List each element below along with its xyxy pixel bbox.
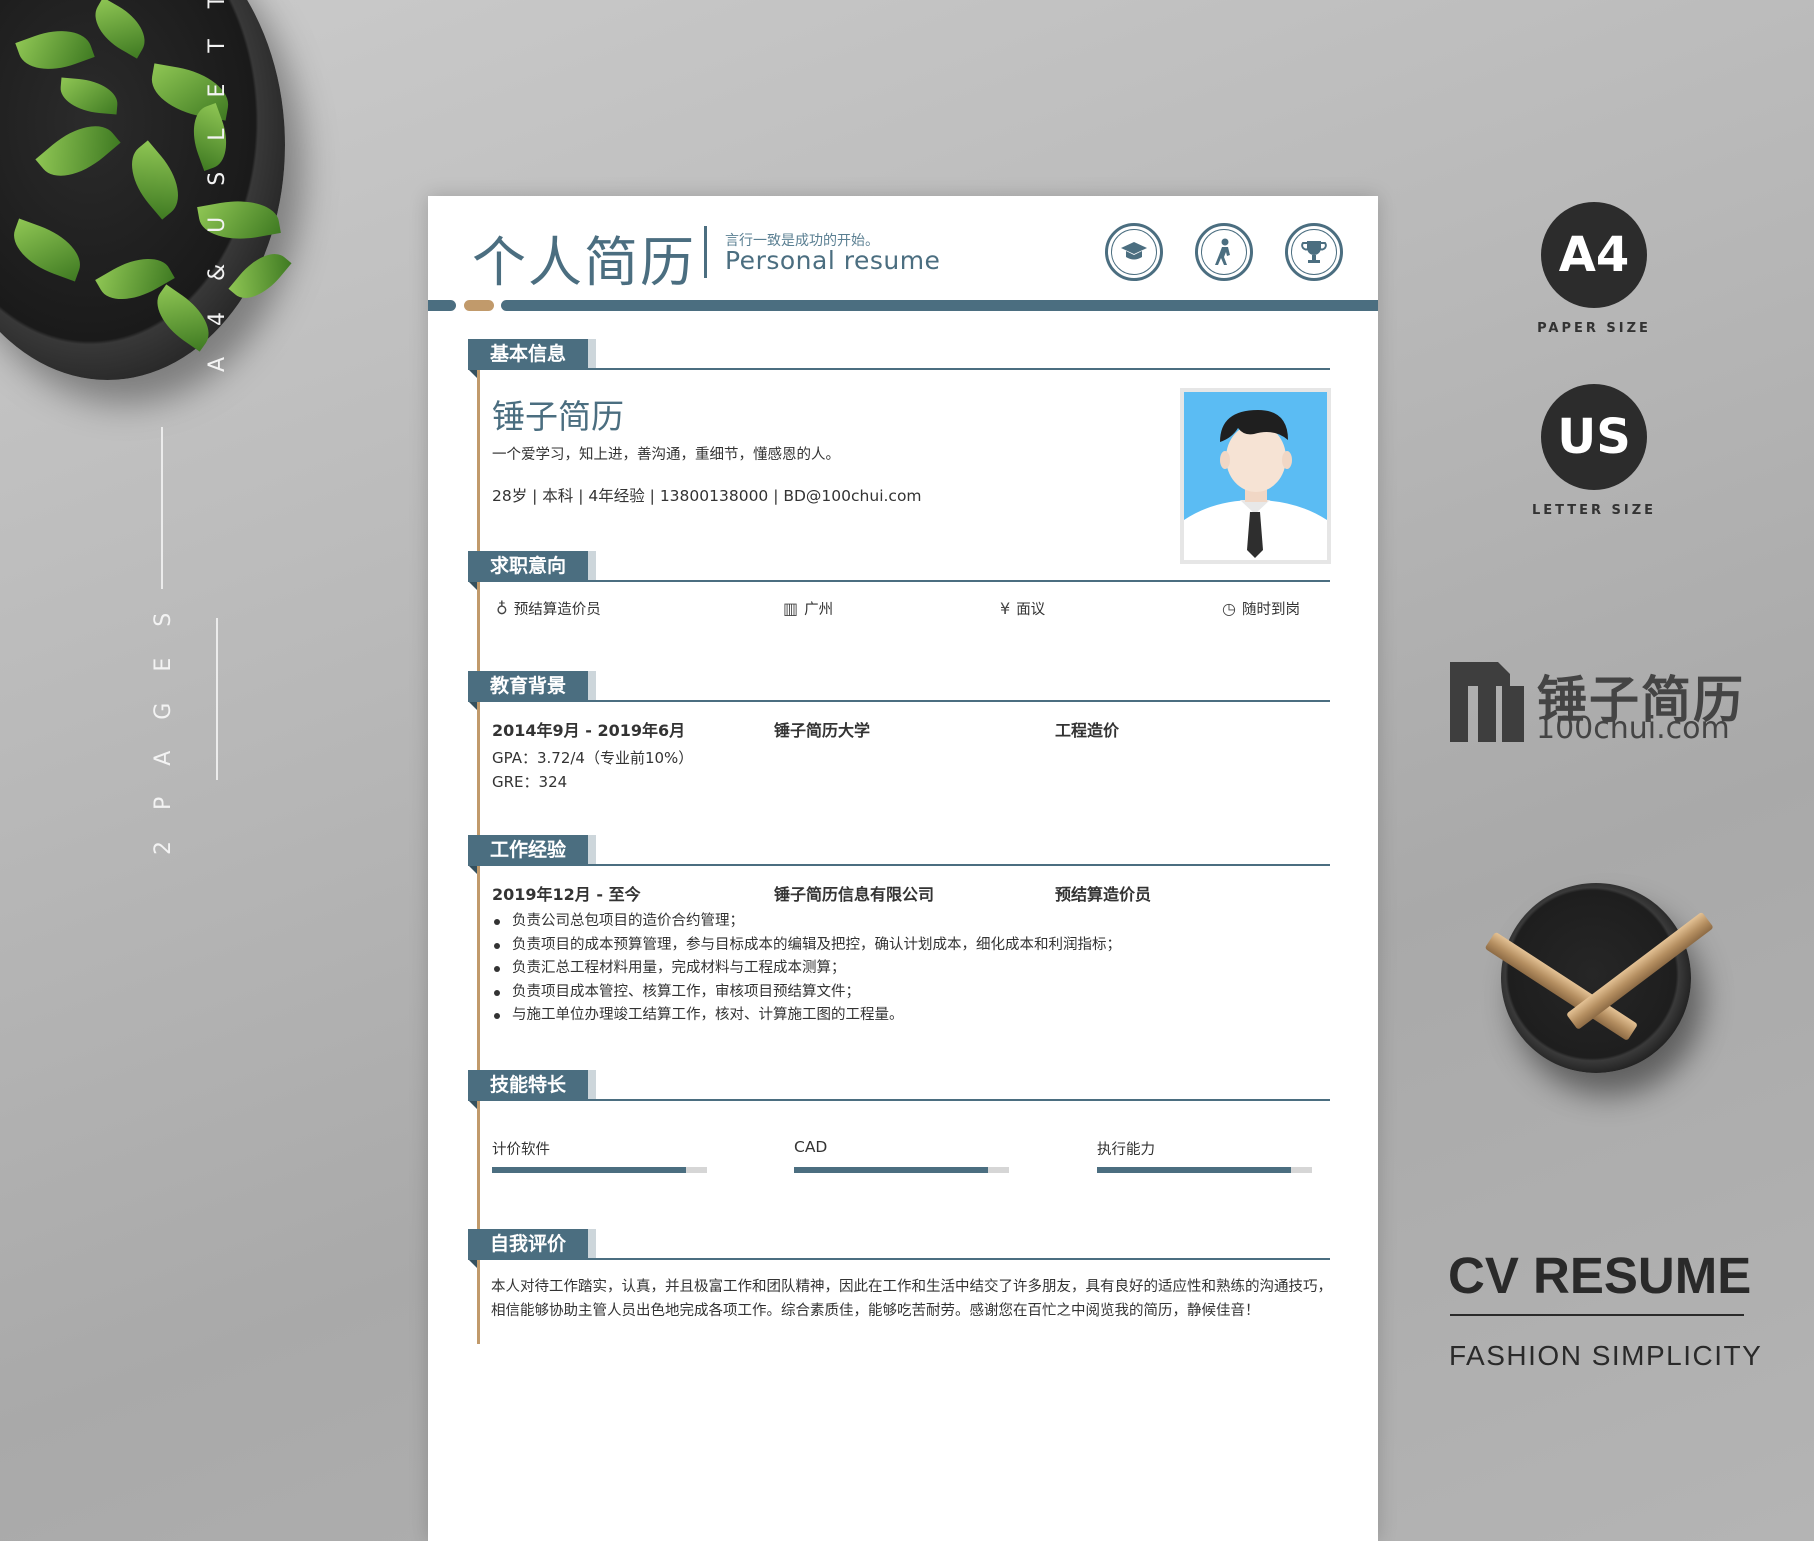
candidate-details: 28岁 | 本科 | 4年经验 | 13800138000 | BD@100ch… bbox=[492, 487, 922, 505]
header-bar bbox=[428, 300, 456, 311]
header-bar bbox=[501, 300, 1378, 311]
work-duties: 负责公司总包项目的造价合约管理； 负责项目的成本预算管理，参与目标成本的编辑及把… bbox=[490, 910, 1121, 1028]
list-item: 负责项目的成本预算管理，参与目标成本的编辑及把控，确认计划成本，细化成本和利润指… bbox=[490, 934, 1121, 958]
section-basic-info: 基本信息 bbox=[468, 339, 1330, 379]
education-gre: GRE：324 bbox=[492, 773, 568, 791]
skill-bar-fill bbox=[1097, 1167, 1291, 1173]
intent-salary: 面议 bbox=[1016, 602, 1046, 618]
list-item: 负责公司总包项目的造价合约管理； bbox=[490, 910, 1121, 934]
title-divider bbox=[704, 226, 707, 278]
education-gpa: GPA：3.72/4（专业前10%） bbox=[492, 749, 694, 767]
page-title-en: Personal resume bbox=[725, 246, 941, 275]
graduation-cap-icon bbox=[1105, 223, 1163, 281]
intent-item: ¥ 面议 bbox=[1000, 598, 1045, 619]
tie-icon: ♁ bbox=[496, 599, 508, 618]
section-title: 自我评价 bbox=[468, 1229, 588, 1268]
skill-bar-fill bbox=[492, 1167, 686, 1173]
intent-city: 广州 bbox=[804, 602, 834, 618]
page-title: 个人简历 bbox=[472, 231, 696, 294]
intent-availability: 随时到岗 bbox=[1241, 602, 1300, 618]
cv-resume-title: CV RESUME bbox=[1448, 1247, 1752, 1304]
section-title: 技能特长 bbox=[468, 1070, 588, 1109]
section-self-evaluation: 自我评价 bbox=[468, 1229, 1330, 1269]
trophy-icon bbox=[1285, 223, 1343, 281]
avatar bbox=[1180, 388, 1331, 564]
skill-name: 计价软件 bbox=[492, 1142, 550, 1158]
badge-us: US bbox=[1541, 384, 1647, 490]
brand-url: 100chui.com bbox=[1536, 711, 1730, 746]
walking-person-icon bbox=[1195, 223, 1253, 281]
section-title: 求职意向 bbox=[468, 551, 588, 590]
section-title: 教育背景 bbox=[468, 671, 588, 710]
side-text-paper: A 4 & U S L E T T E R bbox=[205, 0, 230, 372]
brand-logo-icon bbox=[1450, 662, 1524, 742]
yen-icon: ¥ bbox=[1000, 599, 1011, 618]
section-skills: 技能特长 bbox=[468, 1070, 1330, 1110]
building-icon: ▥ bbox=[783, 599, 799, 618]
skill-bar bbox=[1097, 1167, 1312, 1173]
candidate-motto: 一个爱学习，知上进，善沟通，重细节，懂感恩的人。 bbox=[492, 447, 840, 463]
section-work-experience: 工作经验 bbox=[468, 835, 1330, 875]
list-item: 负责项目成本管控、核算工作，审核项目预结算文件； bbox=[490, 981, 1121, 1005]
list-item: 负责汇总工程材料用量，完成材料与工程成本测算； bbox=[490, 957, 1121, 981]
intent-item: ♁ 预结算造价员 bbox=[496, 598, 601, 619]
badge-us-caption: LETTER SIZE bbox=[1531, 503, 1657, 518]
skill-bar bbox=[794, 1167, 1009, 1173]
side-divider bbox=[161, 427, 163, 589]
intent-position: 预结算造价员 bbox=[513, 602, 601, 618]
education-school: 锤子简历大学 bbox=[774, 721, 871, 740]
skill-name: CAD bbox=[794, 1138, 828, 1156]
header-bar-accent bbox=[464, 300, 494, 311]
candidate-name: 锤子简历 bbox=[492, 397, 624, 436]
clock-icon: ◷ bbox=[1222, 599, 1236, 618]
intent-item: ◷ 随时到岗 bbox=[1222, 598, 1300, 619]
side-divider bbox=[216, 618, 218, 780]
section-title: 工作经验 bbox=[468, 835, 588, 874]
section-title: 基本信息 bbox=[468, 339, 588, 378]
cv-divider bbox=[1450, 1314, 1744, 1316]
badge-a4: A4 bbox=[1541, 202, 1647, 308]
work-position: 预结算造价员 bbox=[1055, 885, 1152, 904]
section-education: 教育背景 bbox=[468, 671, 1330, 711]
side-text-pages: 2 P A G E S bbox=[151, 600, 176, 855]
section-job-intent: 求职意向 bbox=[468, 551, 1330, 591]
self-evaluation-text: 本人对待工作踏实，认真，并且极富工作和团队精神，因此在工作和生活中结交了许多朋友… bbox=[491, 1279, 1332, 1319]
education-period: 2014年9月 - 2019年6月 bbox=[492, 721, 686, 740]
cv-resume-subtitle: FASHION SIMPLICITY bbox=[1449, 1340, 1763, 1371]
intent-item: ▥ 广州 bbox=[783, 598, 833, 619]
work-period: 2019年12月 - 至今 bbox=[492, 885, 641, 904]
resume-page: 个人简历 言行一致是成功的开始。 Personal resume 基本信息 锤子… bbox=[428, 196, 1378, 1541]
education-major: 工程造价 bbox=[1055, 721, 1120, 740]
work-company: 锤子简历信息有限公司 bbox=[774, 885, 935, 904]
list-item: 与施工单位办理竣工结算工作，核对、计算施工图的工程量。 bbox=[490, 1004, 1121, 1028]
skill-name: 执行能力 bbox=[1097, 1142, 1155, 1158]
badge-a4-caption: PAPER SIZE bbox=[1537, 321, 1651, 336]
skill-bar bbox=[492, 1167, 707, 1173]
skill-bar-fill bbox=[794, 1167, 988, 1173]
